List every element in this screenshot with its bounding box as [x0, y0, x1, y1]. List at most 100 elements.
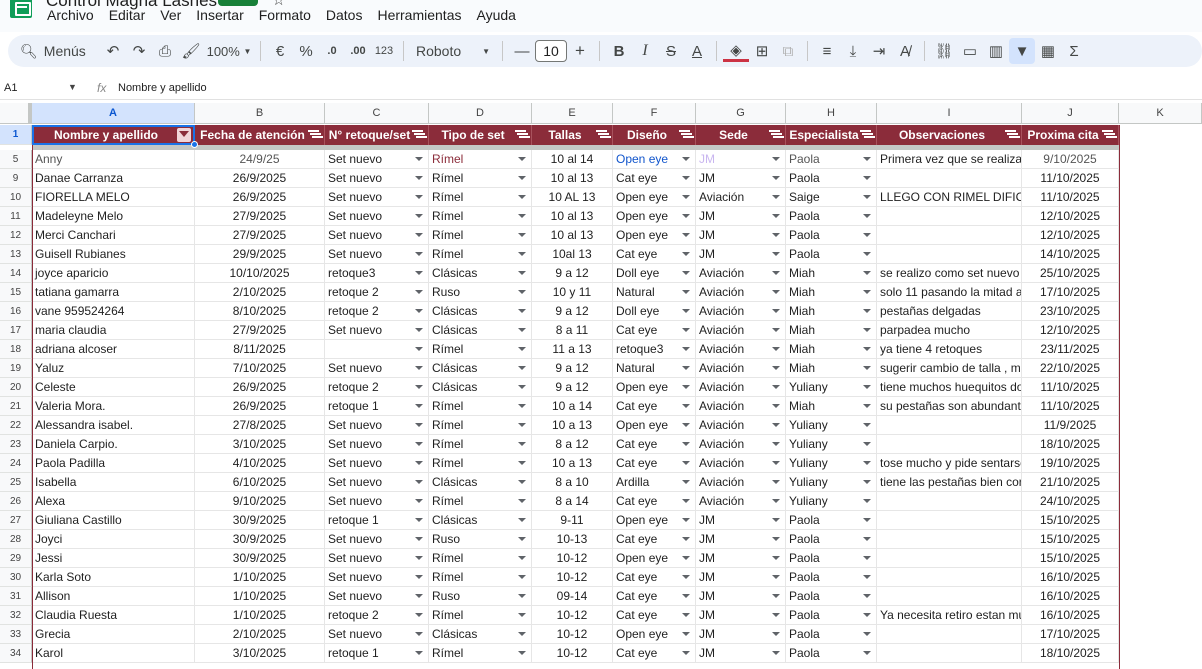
dropdown-chevron-icon[interactable] — [682, 347, 690, 351]
dropdown-chevron-icon[interactable] — [772, 195, 780, 199]
table-cell[interactable]: 9 a 12 — [532, 264, 613, 283]
table-cell[interactable]: Set nuevo — [325, 359, 429, 378]
table-cell[interactable]: Paola — [786, 207, 877, 226]
dropdown-chevron-icon[interactable] — [772, 309, 780, 313]
table-cell[interactable]: retoque 2 — [325, 283, 429, 302]
table-cell[interactable]: 8/11/2025 — [195, 340, 325, 359]
table-cell[interactable]: Rímel — [429, 188, 532, 207]
dropdown-chevron-icon[interactable] — [863, 290, 871, 294]
table-cell[interactable]: Paola — [786, 606, 877, 625]
filter-icon[interactable] — [177, 128, 191, 142]
table-cell[interactable]: retoque 2 — [325, 606, 429, 625]
paint-format-icon[interactable]: 🖌︎ — [178, 38, 204, 64]
table-cell[interactable]: Set nuevo — [325, 549, 429, 568]
dropdown-chevron-icon[interactable] — [772, 575, 780, 579]
table-cell[interactable]: Natural — [613, 359, 696, 378]
filter-icon[interactable]: ▼ — [1009, 38, 1035, 64]
table-cell[interactable]: 2/10/2025 — [195, 625, 325, 644]
table-cell[interactable]: Open eye — [613, 549, 696, 568]
table-cell[interactable]: adriana alcoser — [32, 340, 195, 359]
row-header[interactable]: 16 — [0, 302, 32, 321]
filter-icon[interactable] — [308, 129, 319, 139]
table-cell[interactable]: Open eye — [613, 416, 696, 435]
table-cell[interactable]: JM — [696, 150, 786, 169]
dropdown-chevron-icon[interactable] — [518, 385, 526, 389]
column-header-b[interactable]: B — [195, 103, 325, 124]
row-header[interactable]: 5 — [0, 150, 32, 169]
table-cell[interactable]: 29/9/2025 — [195, 245, 325, 264]
table-cell[interactable] — [877, 549, 1022, 568]
table-cell[interactable]: retoque 2 — [325, 302, 429, 321]
dropdown-chevron-icon[interactable] — [772, 157, 780, 161]
table-cell[interactable] — [877, 416, 1022, 435]
table-cell[interactable]: Clásicas — [429, 302, 532, 321]
table-cell[interactable]: Cat eye — [613, 435, 696, 454]
table-cell[interactable]: Miah — [786, 321, 877, 340]
row-header[interactable]: 27 — [0, 511, 32, 530]
table-cell[interactable]: JM — [696, 606, 786, 625]
dropdown-chevron-icon[interactable] — [682, 176, 690, 180]
table-cell[interactable] — [877, 530, 1022, 549]
dropdown-chevron-icon[interactable] — [415, 309, 423, 313]
table-cell[interactable]: Set nuevo — [325, 568, 429, 587]
dropdown-chevron-icon[interactable] — [863, 157, 871, 161]
table-cell[interactable]: 26/9/2025 — [195, 169, 325, 188]
table-cell[interactable]: Yuliany — [786, 473, 877, 492]
table-cell[interactable]: FIORELLA MELO — [32, 188, 195, 207]
table-cell[interactable]: JM — [696, 226, 786, 245]
dropdown-chevron-icon[interactable] — [772, 556, 780, 560]
dropdown-chevron-icon[interactable] — [863, 347, 871, 351]
row-header[interactable]: 9 — [0, 169, 32, 188]
table-cell[interactable]: retoque3 — [325, 264, 429, 283]
table-cell[interactable]: 8 a 12 — [532, 435, 613, 454]
select-all-corner[interactable] — [0, 103, 32, 124]
dropdown-chevron-icon[interactable] — [682, 271, 690, 275]
table-header-cell[interactable]: Tipo de set — [429, 125, 532, 145]
table-cell[interactable]: 8 a 11 — [532, 321, 613, 340]
table-cell[interactable]: Anny — [32, 150, 195, 169]
table-cell[interactable]: Set nuevo — [325, 169, 429, 188]
table-cell[interactable]: Rímel — [429, 340, 532, 359]
table-cell[interactable]: 30/9/2025 — [195, 530, 325, 549]
table-cell[interactable]: 16/10/2025 — [1022, 606, 1119, 625]
dropdown-chevron-icon[interactable] — [772, 290, 780, 294]
table-cell[interactable]: Yuliany — [786, 435, 877, 454]
table-cell[interactable]: 16/10/2025 — [1022, 587, 1119, 606]
table-cell[interactable] — [877, 169, 1022, 188]
dropdown-chevron-icon[interactable] — [682, 404, 690, 408]
dropdown-chevron-icon[interactable] — [863, 613, 871, 617]
table-cell[interactable]: Paola — [786, 568, 877, 587]
dropdown-chevron-icon[interactable] — [518, 290, 526, 294]
table-cell[interactable]: Aviación — [696, 492, 786, 511]
table-cell[interactable]: Rímel — [429, 454, 532, 473]
dropdown-chevron-icon[interactable] — [863, 176, 871, 180]
table-cell[interactable]: 3/10/2025 — [195, 644, 325, 663]
table-cell[interactable]: 9 a 12 — [532, 378, 613, 397]
row-header[interactable]: 32 — [0, 606, 32, 625]
table-cell[interactable]: Aviación — [696, 397, 786, 416]
table-cell[interactable]: 4/10/2025 — [195, 454, 325, 473]
increase-decimal-button[interactable]: .00 — [345, 38, 371, 64]
dropdown-chevron-icon[interactable] — [772, 366, 780, 370]
table-cell[interactable]: Cat eye — [613, 454, 696, 473]
row-header[interactable]: 19 — [0, 359, 32, 378]
table-cell[interactable]: tiene muchos huequitos do — [877, 378, 1022, 397]
dropdown-chevron-icon[interactable] — [415, 157, 423, 161]
table-cell[interactable]: Miah — [786, 359, 877, 378]
table-cell[interactable]: Doll eye — [613, 302, 696, 321]
filter-icon[interactable] — [515, 129, 526, 139]
table-cell[interactable]: Yuliany — [786, 454, 877, 473]
dropdown-chevron-icon[interactable] — [772, 347, 780, 351]
table-cell[interactable]: 10 al 13 — [532, 169, 613, 188]
row-header[interactable]: 24 — [0, 454, 32, 473]
table-cell[interactable]: 26/9/2025 — [195, 188, 325, 207]
bold-icon[interactable]: B — [606, 38, 632, 64]
dropdown-chevron-icon[interactable] — [682, 309, 690, 313]
table-cell[interactable]: 27/9/2025 — [195, 207, 325, 226]
dropdown-chevron-icon[interactable] — [682, 290, 690, 294]
table-cell[interactable]: Aviación — [696, 302, 786, 321]
dropdown-chevron-icon[interactable] — [415, 290, 423, 294]
table-cell[interactable]: JM — [696, 169, 786, 188]
row-header[interactable]: 13 — [0, 245, 32, 264]
table-cell[interactable]: Celeste — [32, 378, 195, 397]
